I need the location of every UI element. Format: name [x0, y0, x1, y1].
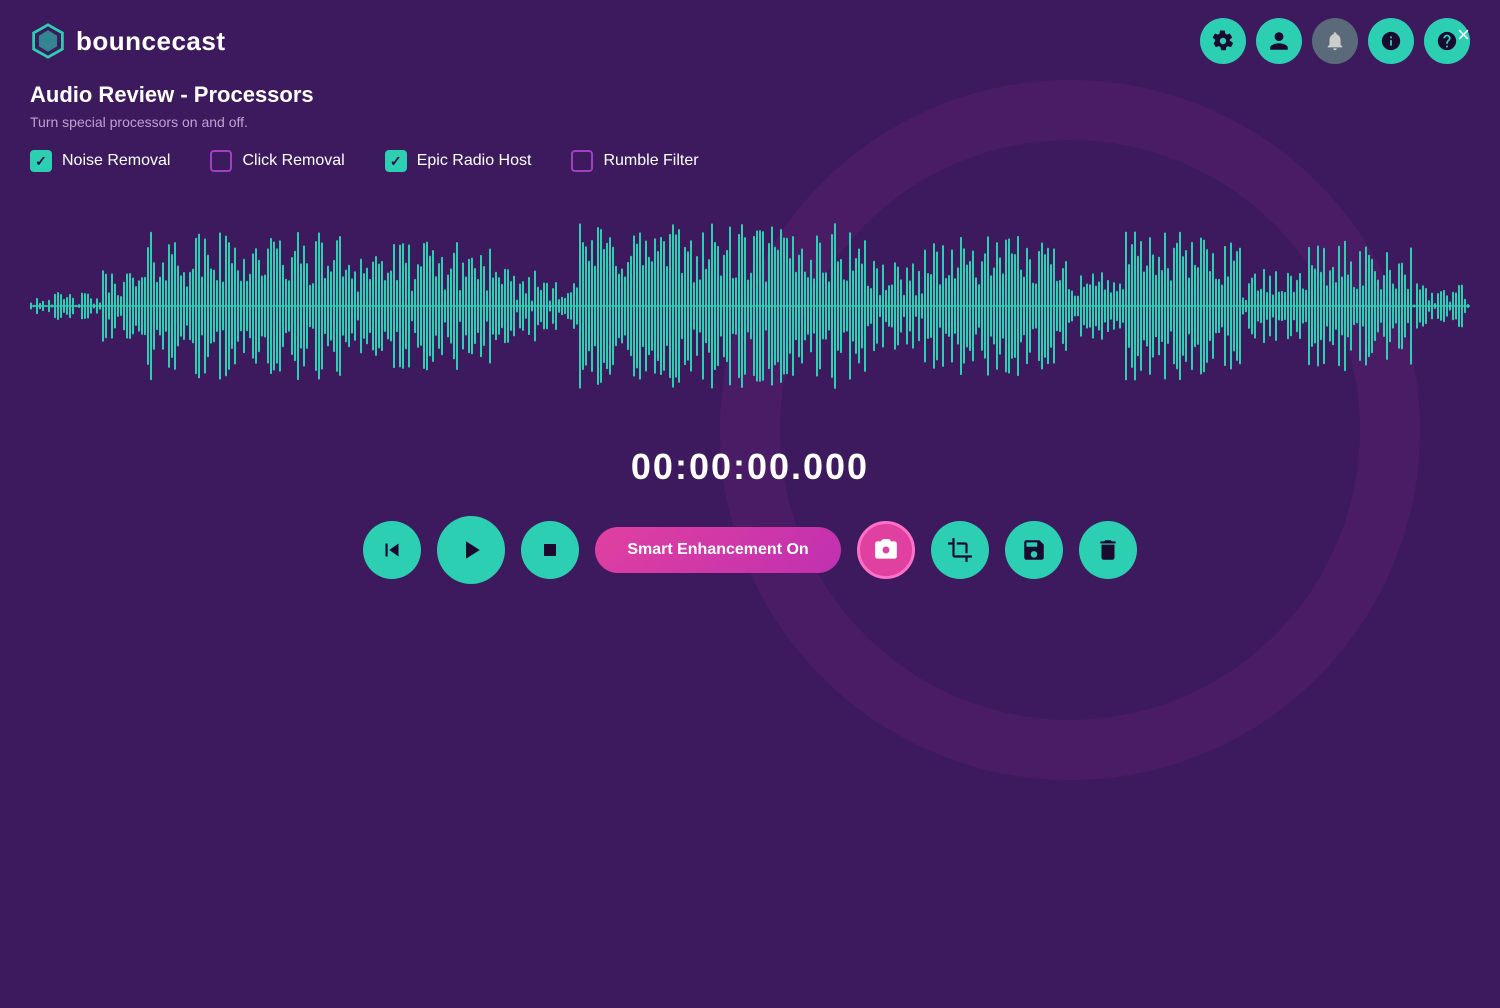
app-name: bouncecast [76, 26, 226, 57]
stop-button[interactable] [521, 521, 579, 579]
user-icon-button[interactable] [1256, 18, 1302, 64]
rumble-filter-checkbox[interactable] [571, 150, 593, 172]
click-removal-label: Click Removal [242, 152, 344, 170]
processor-click-removal[interactable]: Click Removal [210, 150, 344, 172]
crop-button[interactable] [931, 521, 989, 579]
delete-button[interactable] [1079, 521, 1137, 579]
processors-row: Noise Removal Click Removal Epic Radio H… [30, 150, 1470, 172]
main-content: Audio Review - Processors Turn special p… [0, 82, 1500, 584]
page-title: Audio Review - Processors [30, 82, 1470, 108]
header-icon-group [1200, 18, 1470, 64]
processor-rumble-filter[interactable]: Rumble Filter [571, 150, 698, 172]
rumble-filter-label: Rumble Filter [603, 152, 698, 170]
noise-removal-checkbox[interactable] [30, 150, 52, 172]
waveform-container[interactable] [30, 196, 1470, 416]
settings-icon-button[interactable] [1200, 18, 1246, 64]
play-button[interactable] [437, 516, 505, 584]
timestamp-area: 00:00:00.000 [30, 446, 1470, 488]
processor-epic-radio-host[interactable]: Epic Radio Host [385, 150, 532, 172]
epic-radio-host-checkbox[interactable] [385, 150, 407, 172]
notifications-icon-button[interactable] [1312, 18, 1358, 64]
click-removal-checkbox[interactable] [210, 150, 232, 172]
rewind-button[interactable] [363, 521, 421, 579]
header: bouncecast [0, 0, 1500, 82]
page-subtitle: Turn special processors on and off. [30, 114, 1470, 130]
logo-area: bouncecast [30, 23, 226, 59]
waveform-display [30, 196, 1470, 416]
camera-button[interactable] [857, 521, 915, 579]
logo-icon [30, 23, 66, 59]
controls-row: Smart Enhancement On [30, 516, 1470, 584]
save-button[interactable] [1005, 521, 1063, 579]
processor-noise-removal[interactable]: Noise Removal [30, 150, 170, 172]
smart-enhancement-button[interactable]: Smart Enhancement On [595, 527, 840, 573]
info-icon-button[interactable] [1368, 18, 1414, 64]
timestamp-display: 00:00:00.000 [631, 446, 869, 487]
epic-radio-host-label: Epic Radio Host [417, 152, 532, 170]
noise-removal-label: Noise Removal [62, 152, 170, 170]
close-button[interactable]: × [1457, 22, 1470, 48]
